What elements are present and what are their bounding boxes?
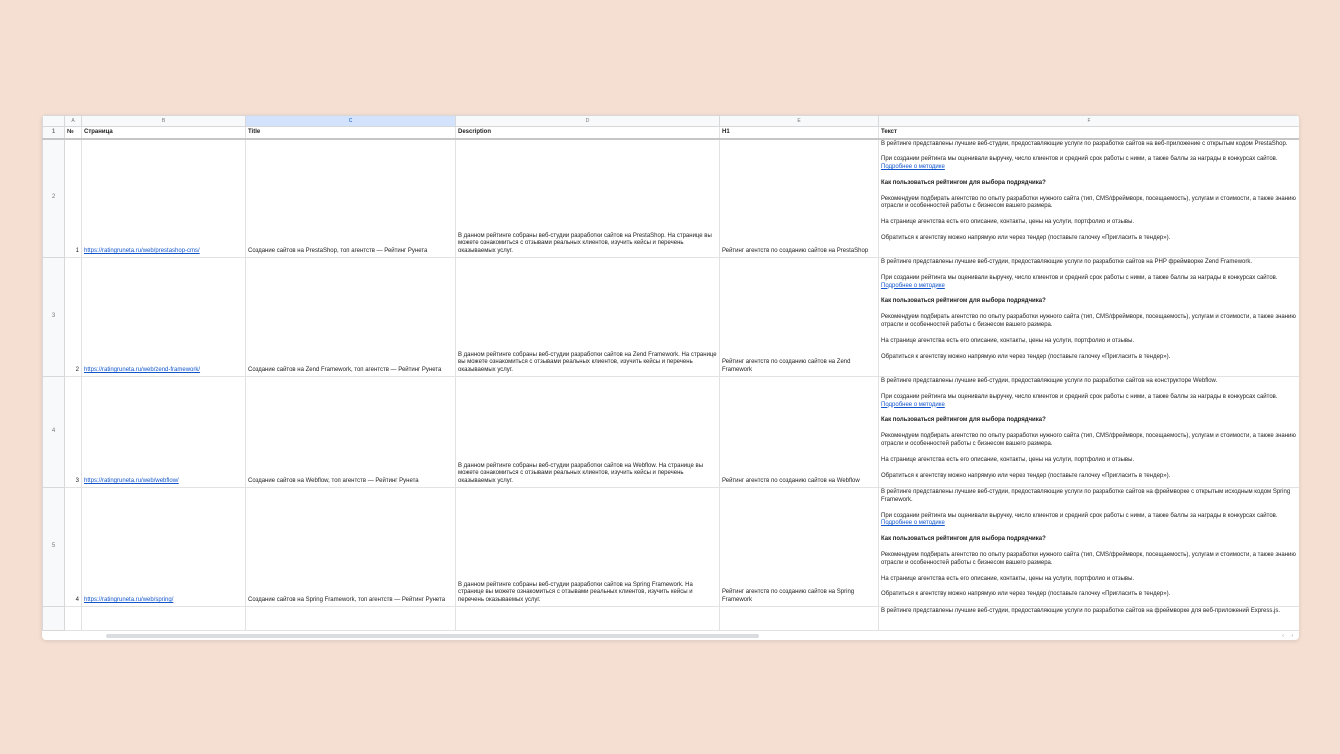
method-link[interactable]: Подробнее о методике xyxy=(881,283,945,289)
cell-title[interactable]: Создание сайтов на Webflow, топ агентств… xyxy=(245,376,456,488)
cell-title[interactable]: Создание сайтов на Zend Framework, топ а… xyxy=(245,257,456,377)
column-header-a[interactable]: A xyxy=(64,115,82,127)
text-recommend: Рекомендуем подбирать агентство по опыту… xyxy=(881,195,1296,210)
column-header-f[interactable]: F xyxy=(878,115,1299,127)
text-agency: На странице агентства есть его описание,… xyxy=(881,219,1135,226)
page-link[interactable]: https://ratingruneta.ru/web/zend-framewo… xyxy=(84,367,200,373)
column-header-e[interactable]: E xyxy=(719,115,879,127)
cell-num[interactable]: 4 xyxy=(64,487,82,607)
scroll-left-icon[interactable]: ‹ xyxy=(1282,633,1284,639)
text-contact: Обратиться к агентству можно напрямую ил… xyxy=(881,472,1171,479)
row-header-4[interactable]: 4 xyxy=(42,376,65,488)
cell-description[interactable]: В данном рейтинге собраны веб-студии раз… xyxy=(455,376,720,488)
cell-h1[interactable]: Рейтинг агентств по созданию сайтов на Z… xyxy=(719,257,879,377)
header-cell-title[interactable]: Title xyxy=(245,126,456,140)
column-header-d[interactable]: D xyxy=(455,115,720,127)
table-row: В рейтинге представлены лучшие веб-студи… xyxy=(42,606,1299,631)
text-agency: На странице агентства есть его описание,… xyxy=(881,337,1135,344)
text-contact: Обратиться к агентству можно напрямую ил… xyxy=(881,235,1171,242)
cell-h1[interactable]: Рейтинг агентств по созданию сайтов на W… xyxy=(719,376,879,488)
cell-page[interactable]: https://ratingruneta.ru/web/webflow/ xyxy=(81,376,246,488)
text-howto: Как пользоваться рейтингом для выбора по… xyxy=(881,417,1046,424)
method-link[interactable]: Подробнее о методике xyxy=(881,402,945,408)
header-cell-num[interactable]: № xyxy=(64,126,82,140)
table-row: 4 3 https://ratingruneta.ru/web/webflow/… xyxy=(42,376,1299,488)
cell-text[interactable]: В рейтинге представлены лучшие веб-студи… xyxy=(878,487,1299,607)
row-header-1[interactable]: 1 xyxy=(42,126,65,140)
page-link[interactable]: https://ratingruneta.ru/web/prestashop-c… xyxy=(84,248,200,254)
cell-page[interactable] xyxy=(81,606,246,631)
header-cell-h1[interactable]: H1 xyxy=(719,126,879,140)
header-cell-description[interactable]: Description xyxy=(455,126,720,140)
method-link[interactable]: Подробнее о методике xyxy=(881,520,945,526)
header-cell-text[interactable]: Текст xyxy=(878,126,1299,140)
text-howto: Как пользоваться рейтингом для выбора по… xyxy=(881,536,1046,543)
row-header-5[interactable]: 5 xyxy=(42,487,65,607)
column-header-c[interactable]: C xyxy=(245,115,456,127)
spreadsheet: A B C D E F 1 № Страница Title Descripti… xyxy=(42,115,1299,640)
cell-page[interactable]: https://ratingruneta.ru/web/prestashop-c… xyxy=(81,138,246,258)
cell-title[interactable] xyxy=(245,606,456,631)
row-header-2[interactable]: 2 xyxy=(42,138,65,258)
cell-num[interactable] xyxy=(64,606,82,631)
cell-page[interactable]: https://ratingruneta.ru/web/zend-framewo… xyxy=(81,257,246,377)
scroll-arrows: ‹ › xyxy=(1276,633,1293,639)
cell-title[interactable]: Создание сайтов на Spring Framework, топ… xyxy=(245,487,456,607)
scroll-right-icon[interactable]: › xyxy=(1291,633,1293,639)
text-intro: В рейтинге представлены лучшие веб-студи… xyxy=(881,259,1253,265)
cell-description[interactable]: В данном рейтинге собраны веб-студии раз… xyxy=(455,138,720,258)
table-row: 3 2 https://ratingruneta.ru/web/zend-fra… xyxy=(42,257,1299,377)
cell-h1[interactable] xyxy=(719,606,879,631)
cell-num[interactable]: 2 xyxy=(64,257,82,377)
text-howto: Как пользоваться рейтингом для выбора по… xyxy=(881,179,1046,186)
text-method: При создании рейтинга мы оценивали выруч… xyxy=(881,512,1278,527)
text-recommend: Рекомендуем подбирать агентство по опыту… xyxy=(881,433,1296,447)
row-header-3[interactable]: 3 xyxy=(42,257,65,377)
cell-page[interactable]: https://ratingruneta.ru/web/spring/ xyxy=(81,487,246,607)
text-contact: Обратиться к агентству можно напрямую ил… xyxy=(881,353,1171,360)
row-header-6[interactable] xyxy=(42,606,65,631)
cell-description[interactable] xyxy=(455,606,720,631)
header-cell-page[interactable]: Страница xyxy=(81,126,246,140)
text-recommend: Рекомендуем подбирать агентство по опыту… xyxy=(881,314,1296,328)
cell-title[interactable]: Создание сайтов на PrestaShop, топ агент… xyxy=(245,138,456,258)
table-row: 2 1 https://ratingruneta.ru/web/prestash… xyxy=(42,138,1299,258)
cell-num[interactable]: 3 xyxy=(64,376,82,488)
cell-h1[interactable]: Рейтинг агентств по созданию сайтов на S… xyxy=(719,487,879,607)
cell-text[interactable]: В рейтинге представлены лучшие веб-студи… xyxy=(878,257,1299,377)
table-row: 5 4 https://ratingruneta.ru/web/spring/ … xyxy=(42,487,1299,607)
page-link[interactable]: https://ratingruneta.ru/web/webflow/ xyxy=(84,478,179,484)
select-all-corner[interactable] xyxy=(42,115,65,127)
cell-text[interactable]: В рейтинге представлены лучшие веб-студи… xyxy=(878,376,1299,488)
cell-h1[interactable]: Рейтинг агентств по созданию сайтов на P… xyxy=(719,138,879,258)
cell-text[interactable]: В рейтинге представлены лучшие веб-студи… xyxy=(878,138,1299,258)
text-intro: В рейтинге представлены лучшие веб-студи… xyxy=(881,378,1218,384)
page-link[interactable]: https://ratingruneta.ru/web/spring/ xyxy=(84,597,173,603)
text-agency: На странице агентства есть его описание,… xyxy=(881,456,1135,463)
cell-description[interactable]: В данном рейтинге собраны веб-студии раз… xyxy=(455,257,720,377)
text-agency: На странице агентства есть его описание,… xyxy=(881,575,1135,582)
text-method: При создании рейтинга мы оценивали выруч… xyxy=(881,393,1278,408)
text-contact: Обратиться к агентству можно напрямую ил… xyxy=(881,591,1171,598)
text-recommend: Рекомендуем подбирать агентство по опыту… xyxy=(881,551,1296,566)
data-table: A B C D E F 1 № Страница Title Descripti… xyxy=(42,115,1299,631)
method-link[interactable]: Подробнее о методике xyxy=(881,164,945,170)
column-header-b[interactable]: B xyxy=(81,115,246,127)
text-intro: В рейтинге представлены лучшие веб-студи… xyxy=(881,489,1291,503)
text-howto: Как пользоваться рейтингом для выбора по… xyxy=(881,298,1046,305)
text-intro: В рейтинге представлены лучшие веб-студи… xyxy=(881,608,1281,614)
text-method: При создании рейтинга мы оценивали выруч… xyxy=(881,274,1278,289)
text-intro: В рейтинге представлены лучшие веб-студи… xyxy=(881,140,1288,147)
cell-text[interactable]: В рейтинге представлены лучшие веб-студи… xyxy=(878,606,1299,631)
text-method: При создании рейтинга мы оценивали выруч… xyxy=(881,156,1278,171)
horizontal-scrollbar[interactable] xyxy=(106,634,759,638)
cell-description[interactable]: В данном рейтинге собраны веб-студии раз… xyxy=(455,487,720,607)
cell-num[interactable]: 1 xyxy=(64,138,82,258)
